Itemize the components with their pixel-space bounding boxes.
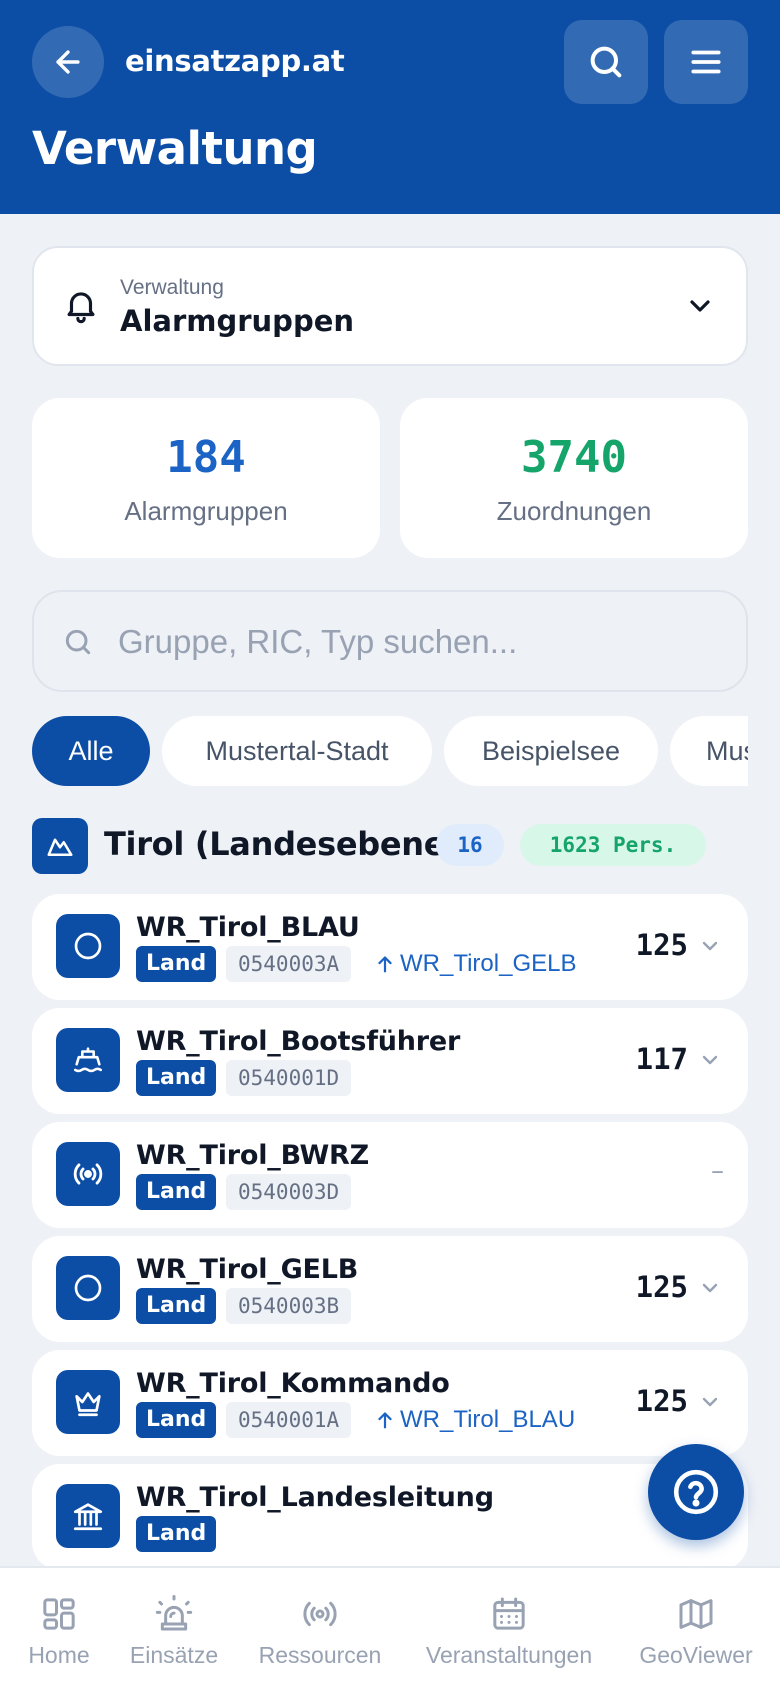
chevron-down-icon[interactable]	[698, 1276, 722, 1300]
search-box	[32, 590, 748, 692]
ric-code: 0540001D	[226, 1060, 352, 1096]
section-selector[interactable]: Verwaltung Alarmgruppen	[32, 246, 748, 366]
back-button[interactable]	[32, 26, 104, 98]
group-name: WR_Tirol_BWRZ	[136, 1140, 370, 1171]
filter-chip-mustertal-stadt[interactable]: Mustertal-Stadt	[162, 716, 432, 786]
nav-geoviewer[interactable]: GeoViewer	[636, 1568, 756, 1688]
group-row[interactable]: WR_Tirol_BWRZ Land 0540003D –	[32, 1122, 748, 1228]
nav-label: Ressourcen	[258, 1642, 382, 1668]
radio-icon	[303, 1601, 337, 1627]
app-header: einsatzapp.at Verwaltung	[0, 0, 780, 214]
search-input[interactable]	[118, 610, 718, 674]
ric-code: 0540001A	[226, 1402, 352, 1438]
grid-icon	[43, 1598, 75, 1630]
chevron-down-icon[interactable]	[698, 1048, 722, 1072]
section-title: Tirol (Landesebene)	[104, 825, 460, 863]
stat-card-groups: 184 Alarmgruppen	[32, 398, 380, 558]
group-name: WR_Tirol_BLAU	[136, 912, 360, 943]
search-button[interactable]	[564, 20, 648, 104]
mountain-icon	[32, 818, 88, 874]
ric-code: 0540003A	[226, 946, 352, 982]
level-badge: Land	[136, 1516, 217, 1552]
circle-icon	[56, 914, 120, 978]
member-count: 125	[635, 928, 688, 962]
nav-label: Veranstaltungen	[425, 1642, 593, 1668]
selector-value: Alarmgruppen	[120, 304, 355, 338]
ric-code: 0540003D	[226, 1174, 352, 1210]
app-name: einsatzapp.at	[125, 44, 345, 78]
bell-icon	[67, 292, 95, 324]
parent-group-name: WR_Tirol_GELB	[400, 950, 577, 977]
ric-code: 0540003B	[226, 1288, 352, 1324]
arrow-left-icon	[56, 50, 80, 74]
group-row[interactable]: WR_Tirol_BLAU Land 0540003A WR_Tirol_GEL…	[32, 894, 748, 1000]
page-title: Verwaltung	[32, 122, 318, 175]
group-count-badge: 16	[436, 824, 504, 866]
map-icon	[679, 1599, 713, 1629]
member-count-empty: –	[711, 1156, 724, 1186]
group-row[interactable]: WR_Tirol_GELB Land 0540003B 125	[32, 1236, 748, 1342]
group-name: WR_Tirol_Landesleitung	[136, 1482, 494, 1513]
calendar-icon	[493, 1597, 525, 1630]
persons-badge: 1623 Pers.	[520, 824, 706, 866]
stat-value: 3740	[521, 432, 627, 483]
stat-card-assignments: 3740 Zuordnungen	[400, 398, 748, 558]
group-row[interactable]: WR_Tirol_Kommando Land 0540001A WR_Tirol…	[32, 1350, 748, 1456]
radio-icon	[56, 1142, 120, 1206]
stat-value: 184	[166, 432, 246, 483]
stat-label: Zuordnungen	[496, 496, 652, 526]
group-name: WR_Tirol_GELB	[136, 1254, 359, 1285]
member-count: 125	[635, 1270, 688, 1304]
parent-group-link[interactable]: WR_Tirol_BLAU	[374, 1402, 575, 1438]
siren-icon	[155, 1595, 193, 1631]
circle-icon	[56, 1256, 120, 1320]
stat-label: Alarmgruppen	[124, 496, 288, 526]
level-badge: Land	[136, 1402, 217, 1438]
nav-label: Einsätze	[129, 1642, 219, 1668]
selector-caption: Verwaltung	[120, 276, 224, 299]
nav-label: GeoViewer	[639, 1642, 753, 1668]
group-row[interactable]: WR_Tirol_Bootsführer Land 0540001D 117	[32, 1008, 748, 1114]
nav-home[interactable]: Home	[18, 1568, 100, 1688]
boat-icon	[56, 1028, 120, 1092]
menu-button[interactable]	[664, 20, 748, 104]
building-icon	[56, 1484, 120, 1548]
nav-label: Home	[28, 1642, 90, 1668]
filter-chip-mus[interactable]: Mus	[670, 716, 748, 786]
arrow-up-icon	[378, 956, 392, 973]
nav-einsaetze[interactable]: Einsätze	[124, 1568, 224, 1688]
member-count: 125	[635, 1384, 688, 1418]
member-count: 117	[635, 1042, 688, 1076]
level-badge: Land	[136, 1060, 217, 1096]
parent-group-link[interactable]: WR_Tirol_GELB	[374, 946, 576, 982]
arrow-up-icon	[378, 1412, 392, 1429]
filter-chips: Alle Mustertal-Stadt Beispielsee Mus	[32, 716, 748, 786]
parent-group-name: WR_Tirol_BLAU	[400, 1406, 576, 1433]
bottom-navigation: Home Einsätze Ressourcen Veranstaltungen…	[0, 1566, 780, 1688]
chevron-down-icon[interactable]	[698, 1390, 722, 1414]
level-badge: Land	[136, 1288, 217, 1324]
nav-ressourcen[interactable]: Ressourcen	[256, 1568, 384, 1688]
group-name: WR_Tirol_Kommando	[136, 1368, 450, 1399]
chevron-down-icon[interactable]	[698, 934, 722, 958]
help-question-icon	[673, 1469, 719, 1515]
group-name: WR_Tirol_Bootsführer	[136, 1026, 461, 1057]
filter-chip-beispielsee[interactable]: Beispielsee	[444, 716, 658, 786]
hamburger-menu-icon	[691, 50, 721, 74]
nav-veranstaltungen[interactable]: Veranstaltungen	[420, 1568, 598, 1688]
crown-icon	[56, 1370, 120, 1434]
search-icon	[65, 629, 91, 655]
group-row[interactable]: WR_Tirol_Landesleitung Land	[32, 1464, 748, 1570]
level-badge: Land	[136, 946, 217, 982]
level-badge: Land	[136, 1174, 217, 1210]
help-button[interactable]	[648, 1444, 744, 1540]
chevron-down-icon	[690, 300, 710, 312]
filter-chip-all[interactable]: Alle	[32, 716, 150, 786]
search-icon	[590, 46, 622, 78]
